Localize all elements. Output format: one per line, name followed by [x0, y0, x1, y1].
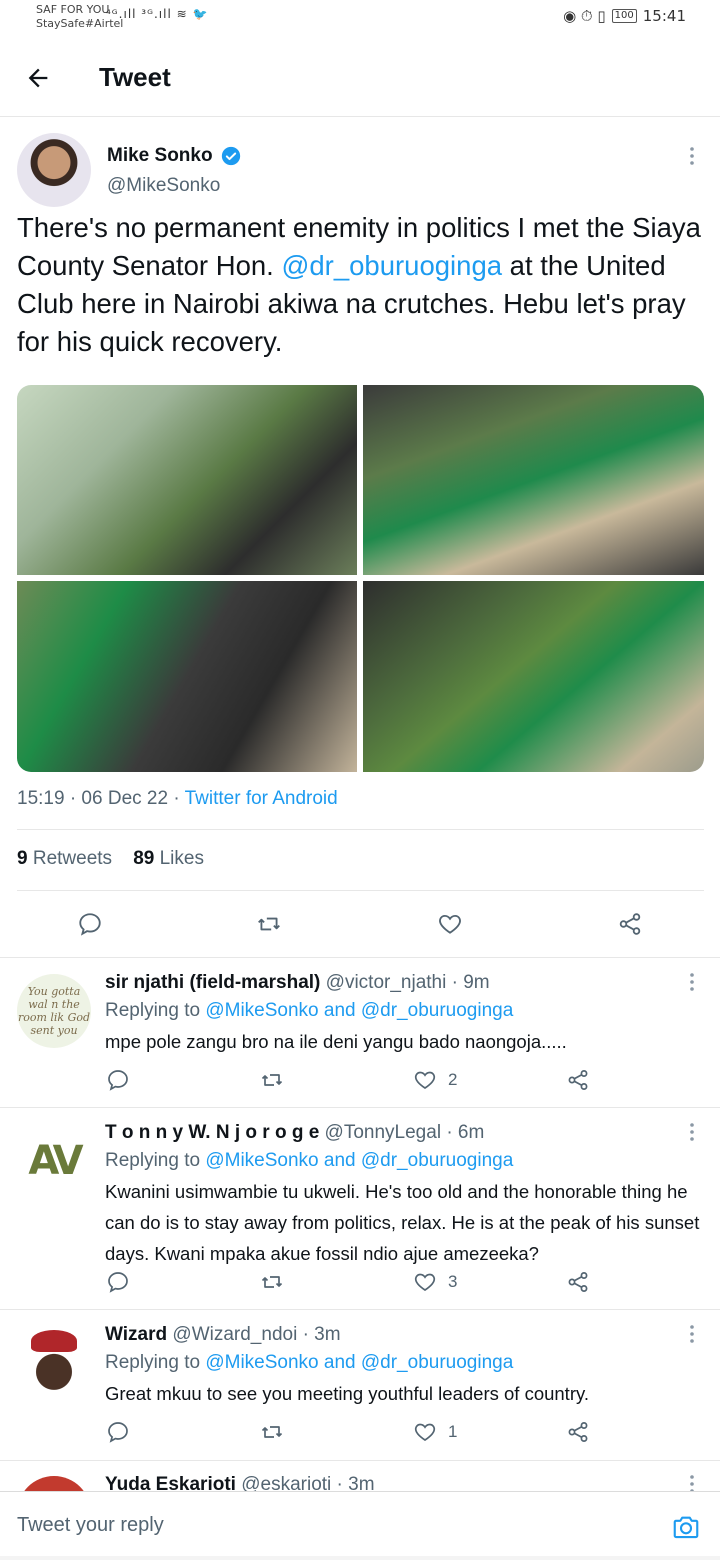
- retweet-icon[interactable]: [260, 1270, 284, 1294]
- replying-to: Replying to @MikeSonko and @dr_oburuogin…: [105, 1352, 513, 1374]
- photo-3[interactable]: [17, 581, 357, 772]
- replying-to-users[interactable]: @MikeSonko and @dr_oburuoginga: [205, 1000, 513, 1021]
- replying-to-users[interactable]: @MikeSonko and @dr_oburuoginga: [205, 1352, 513, 1373]
- author-avatar[interactable]: [17, 133, 91, 207]
- heart-icon[interactable]: [413, 1420, 437, 1444]
- replying-to-label: Replying to: [105, 1000, 206, 1021]
- replying-to-users[interactable]: @MikeSonko and @dr_oburuoginga: [205, 1150, 513, 1171]
- status-icons: ◉ ⏱ ▯: [563, 7, 606, 25]
- replying-to: Replying to @MikeSonko and @dr_oburuogin…: [105, 1150, 513, 1172]
- author-name[interactable]: Mike Sonko: [107, 145, 213, 167]
- heart-icon[interactable]: [437, 911, 463, 937]
- arrow-left-icon[interactable]: [24, 64, 52, 92]
- retweets-count: 9: [17, 848, 28, 869]
- reply-text: Kwanini usimwambie tu ukweli. He's too o…: [105, 1181, 700, 1264]
- divider: [17, 890, 704, 891]
- like-count: 3: [448, 1272, 458, 1291]
- divider: [0, 1107, 720, 1108]
- reply-header: Wizard @Wizard_ndoi · 3m: [105, 1324, 341, 1346]
- author-handle[interactable]: @MikeSonko: [107, 175, 220, 197]
- more-vertical-icon[interactable]: [685, 1122, 699, 1142]
- more-vertical-icon[interactable]: [685, 972, 699, 992]
- retweets-label: Retweets: [27, 848, 113, 869]
- replying-to: Replying to @MikeSonko and @dr_oburuogin…: [105, 1000, 513, 1022]
- replying-to-label: Replying to: [105, 1150, 206, 1171]
- reply-bubble-icon[interactable]: [106, 1068, 130, 1092]
- reply-author-name[interactable]: T o n n y W. N j o r o g e: [105, 1122, 319, 1143]
- more-vertical-icon[interactable]: [685, 146, 699, 166]
- reply-composer[interactable]: Tweet your reply: [0, 1491, 720, 1561]
- share-icon[interactable]: [566, 1270, 590, 1294]
- status-bar: SAF FOR YOU StaySafe#Airtel ⁴ᴳ.ıll ³ᴳ.ıl…: [0, 0, 720, 36]
- reply-author-handle: @TonnyLegal · 6m: [319, 1122, 485, 1143]
- carrier-label-1: SAF FOR YOU: [36, 3, 110, 16]
- page-title: Tweet: [99, 62, 171, 92]
- share-icon[interactable]: [617, 911, 643, 937]
- reply-header: T o n n y W. N j o r o g e @TonnyLegal ·…: [105, 1122, 484, 1144]
- avatar-beret: [31, 1330, 77, 1352]
- avatar-logo: AV: [28, 1138, 83, 1184]
- like-count: 2: [448, 1070, 458, 1089]
- photo-1[interactable]: [17, 385, 357, 575]
- reply-header: sir njathi (field-marshal) @victor_njath…: [105, 972, 490, 994]
- status-right: ◉ ⏱ ▯ 100 15:41: [563, 7, 686, 25]
- heart-icon[interactable]: [413, 1270, 437, 1294]
- divider: [0, 957, 720, 958]
- retweets-stat[interactable]: 9 Retweets: [17, 848, 112, 869]
- like-count: 1: [448, 1422, 458, 1441]
- avatar-caption: You gotta wal n the room lik God sent yo…: [17, 985, 91, 1037]
- divider: [0, 1309, 720, 1310]
- retweet-icon[interactable]: [260, 1420, 284, 1444]
- media-grid: [17, 385, 704, 772]
- retweet-icon[interactable]: [260, 1068, 284, 1092]
- retweet-icon[interactable]: [256, 911, 282, 937]
- status-time: 15:41: [642, 7, 686, 25]
- reply-text: mpe pole zangu bro na ile deni yangu bad…: [105, 1031, 567, 1052]
- reply-author-handle: @Wizard_ndoi · 3m: [167, 1324, 341, 1345]
- tweet-source-link[interactable]: Twitter for Android: [185, 788, 338, 809]
- reply-bubble-icon[interactable]: [106, 1420, 130, 1444]
- reply-author-name[interactable]: Wizard: [105, 1324, 167, 1345]
- reply-author-handle: @victor_njathi · 9m: [320, 972, 490, 993]
- nav-gesture-area: [0, 1556, 720, 1560]
- reply-text: Great mkuu to see you meeting youthful l…: [105, 1383, 589, 1404]
- likes-stat[interactable]: 89 Likes: [133, 848, 204, 869]
- battery-icon: 100: [611, 9, 637, 23]
- divider: [17, 829, 704, 830]
- reply-avatar[interactable]: AV: [17, 1124, 91, 1198]
- likes-count: 89: [133, 848, 155, 869]
- reply-avatar[interactable]: You gotta wal n the room lik God sent yo…: [17, 974, 91, 1048]
- heart-icon[interactable]: [413, 1068, 437, 1092]
- more-vertical-icon[interactable]: [685, 1324, 699, 1344]
- tweet-time: 15:19 · 06 Dec 22 ·: [17, 788, 185, 809]
- engagement-stats: 9 Retweets 89 Likes: [17, 848, 204, 870]
- tweet-timestamp: 15:19 · 06 Dec 22 · Twitter for Android: [17, 788, 338, 810]
- signal-icons: ⁴ᴳ.ıll ³ᴳ.ıll ≋ 🐦: [106, 7, 209, 21]
- photo-4[interactable]: [363, 581, 704, 772]
- divider: [0, 1460, 720, 1461]
- mention-link[interactable]: @dr_oburuoginga: [281, 250, 502, 281]
- share-icon[interactable]: [566, 1420, 590, 1444]
- top-app-bar: Tweet: [0, 44, 720, 117]
- reply-input[interactable]: Tweet your reply: [17, 1514, 164, 1537]
- photo-2[interactable]: [363, 385, 704, 575]
- camera-icon[interactable]: [671, 1512, 701, 1542]
- reply-author-name[interactable]: sir njathi (field-marshal): [105, 972, 320, 993]
- reply-bubble-icon[interactable]: [106, 1270, 130, 1294]
- likes-label: Likes: [154, 848, 204, 869]
- reply-avatar[interactable]: [17, 1326, 91, 1400]
- tweet-text: There's no permanent enemity in politics…: [17, 209, 712, 361]
- share-icon[interactable]: [566, 1068, 590, 1092]
- reply-bubble-icon[interactable]: [77, 911, 103, 937]
- replying-to-label: Replying to: [105, 1352, 206, 1373]
- verified-badge-icon: [221, 146, 241, 166]
